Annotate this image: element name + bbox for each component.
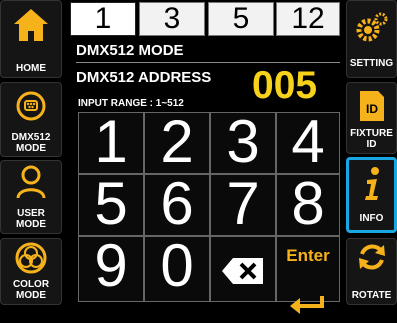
address-label: DMX512 ADDRESS [76, 69, 212, 86]
key-2[interactable]: 2 [144, 112, 210, 174]
mode-title: DMX512 MODE [76, 42, 184, 59]
key-1[interactable]: 1 [78, 112, 144, 174]
info-button[interactable]: INFO [346, 157, 397, 233]
key-3[interactable]: 3 [210, 112, 276, 174]
backspace-icon [222, 258, 263, 284]
tab-3[interactable]: 3 [139, 2, 205, 36]
setting-label: SETTING [349, 58, 394, 69]
key-0[interactable]: 0 [144, 236, 210, 302]
home-label: HOME [16, 63, 46, 74]
fixture-id-label: FIXTURE ID [350, 128, 393, 150]
tab-12[interactable]: 12 [276, 2, 340, 36]
key-8[interactable]: 8 [276, 174, 340, 236]
color-mode-button[interactable]: COLOR MODE [0, 238, 62, 305]
home-icon [14, 9, 48, 41]
info-label: INFO [359, 213, 384, 224]
rotate-icon [358, 244, 385, 270]
address-value: 005 [252, 64, 318, 107]
color-wheel-icon [15, 242, 47, 274]
dmx-connector-icon [16, 91, 46, 121]
key-6[interactable]: 6 [144, 174, 210, 236]
enter-label: Enter [286, 246, 330, 265]
tab-5[interactable]: 5 [208, 2, 274, 36]
dmx512-mode-label: DMX512 MODE [11, 132, 51, 154]
backspace-key[interactable] [210, 236, 276, 302]
key-7[interactable]: 7 [210, 174, 276, 236]
id-card-icon: ID [359, 91, 384, 121]
dmx512-mode-button[interactable]: DMX512 MODE [0, 82, 62, 157]
key-9[interactable]: 9 [78, 236, 144, 302]
user-icon [16, 165, 46, 199]
info-icon [364, 167, 379, 200]
key-4[interactable]: 4 [276, 112, 340, 174]
header-divider [76, 62, 340, 63]
gears-icon [356, 12, 387, 42]
user-mode-button[interactable]: USER MODE [0, 160, 62, 234]
home-button[interactable]: HOME [0, 0, 62, 78]
enter-key[interactable]: Enter [276, 236, 340, 314]
svg-text:ID: ID [366, 102, 378, 116]
rotate-button[interactable]: ROTATE [346, 238, 397, 305]
tab-1[interactable]: 1 [70, 2, 136, 36]
color-mode-label: COLOR MODE [12, 279, 50, 301]
enter-arrow-icon [290, 296, 324, 314]
setting-button[interactable]: SETTING [346, 0, 397, 78]
fixture-id-button[interactable]: ID FIXTURE ID [346, 82, 397, 154]
key-5[interactable]: 5 [78, 174, 144, 236]
user-mode-label: USER MODE [16, 208, 46, 230]
rotate-label: ROTATE [351, 290, 392, 301]
